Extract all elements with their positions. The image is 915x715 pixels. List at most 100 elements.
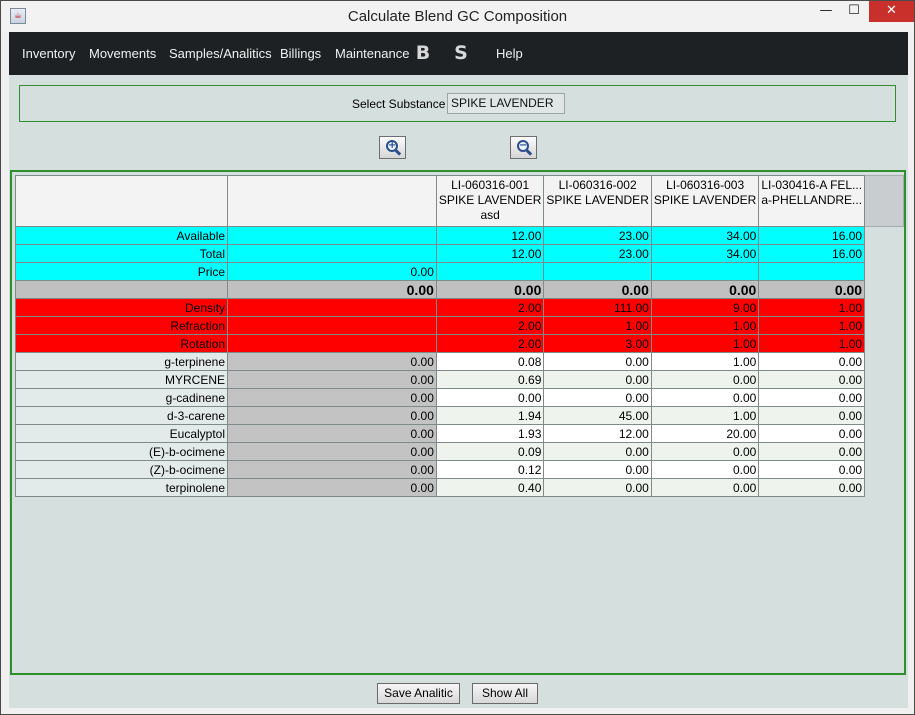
table-cell[interactable]: 12.00 [435,244,545,263]
table-cell[interactable]: 0.00 [543,478,652,497]
table-cell[interactable]: 0.00 [543,388,652,407]
table-cell[interactable]: 111.00 [543,298,652,317]
table-cell[interactable]: 1.00 [758,316,866,335]
table-cell[interactable] [227,316,437,335]
menu-maintenance[interactable]: Maintenance [335,46,409,61]
table-cell[interactable]: 20.00 [650,424,760,443]
table-cell[interactable]: 0.09 [435,442,545,461]
table-cell[interactable]: 0.00 [227,442,437,461]
table-cell[interactable] [543,262,652,281]
table-cell[interactable]: 0.00 [543,442,652,461]
table-cell[interactable]: 9.00 [650,298,760,317]
table-cell[interactable]: 0.00 [227,388,437,407]
table-cell[interactable]: 0.00 [650,388,760,407]
menu-movements[interactable]: Movements [89,46,156,61]
menu-help[interactable]: Help [496,46,523,61]
table-cell[interactable]: 0.12 [435,460,545,479]
table-cell[interactable]: 0.00 [227,478,437,497]
table-row: g-terpinene 0.00 0.08 0.00 1.00 0.00 [14,352,904,371]
table-cell[interactable] [227,334,437,353]
table-cell[interactable]: 1.00 [650,352,760,371]
table-cell[interactable]: 0.00 [227,460,437,479]
table-cell[interactable]: 1.00 [650,316,760,335]
table-cell[interactable]: 1.93 [435,424,545,443]
maximize-button[interactable]: ☐ [841,1,867,22]
table-cell[interactable]: 2.00 [435,298,545,317]
b-icon[interactable]: B [414,42,432,64]
table-cell[interactable]: 23.00 [543,226,652,245]
table-cell[interactable] [758,262,866,281]
table-cell[interactable]: 1.00 [758,334,866,353]
minimize-button[interactable]: — [813,1,839,22]
column-header[interactable]: LI-030416-A FEL... a-PHELLANDRE... [758,175,866,227]
table-cell[interactable]: 0.40 [435,478,545,497]
table-cell[interactable]: 34.00 [650,226,760,245]
show-all-button[interactable]: Show All [472,683,538,704]
table-cell[interactable] [227,226,437,245]
close-button[interactable]: ✕ [869,1,914,22]
substance-combo[interactable]: SPIKE LAVENDER [447,93,565,114]
save-analitic-button[interactable]: Save Analitic [377,683,460,704]
table-cell[interactable] [650,262,760,281]
table-cell[interactable]: 2.00 [435,316,545,335]
table-cell[interactable]: 0.08 [435,352,545,371]
table-cell[interactable]: 0.00 [758,388,866,407]
table-cell[interactable]: 34.00 [650,244,760,263]
table-cell[interactable]: 12.00 [543,424,652,443]
table-cell[interactable]: 0.00 [650,460,760,479]
menu-samples-analitics[interactable]: Samples/Analitics [169,46,272,61]
table-cell[interactable]: 0.00 [543,352,652,371]
table-cell[interactable]: 0.00 [758,370,866,389]
table-cell[interactable]: 0.00 [435,280,545,299]
table-cell[interactable]: 0.00 [227,262,437,281]
table-cell[interactable]: 2.00 [435,334,545,353]
column-header[interactable]: LI-060316-001 SPIKE LAVENDER asd [435,175,545,227]
table-cell[interactable]: 3.00 [543,334,652,353]
column-header[interactable]: LI-060316-002 SPIKE LAVENDER [543,175,652,227]
column-header[interactable] [14,175,229,227]
zoom-out-button[interactable]: − [510,136,537,159]
zoom-in-button[interactable]: + [379,136,406,159]
table-cell[interactable]: 0.00 [650,442,760,461]
table-cell[interactable]: 0.00 [227,424,437,443]
table-cell[interactable]: 0.00 [758,424,866,443]
table-cell[interactable]: 0.69 [435,370,545,389]
table-cell[interactable]: 0.00 [227,406,437,425]
table-cell[interactable]: 0.00 [758,442,866,461]
table-cell[interactable]: 0.00 [543,370,652,389]
table-cell[interactable]: 0.00 [543,280,652,299]
table-cell[interactable]: 12.00 [435,226,545,245]
table-cell[interactable]: 0.00 [227,352,437,371]
bottom-button-bar: Save Analitic Show All [9,679,908,708]
table-cell[interactable]: 0.00 [758,352,866,371]
table-cell[interactable]: 23.00 [543,244,652,263]
table-cell[interactable]: 16.00 [758,226,866,245]
menu-inventory[interactable]: Inventory [22,46,75,61]
table-cell[interactable]: 16.00 [758,244,866,263]
table-cell[interactable]: 0.00 [543,460,652,479]
table-cell[interactable]: 0.00 [650,478,760,497]
zoom-out-handle [525,149,533,156]
table-cell[interactable]: 1.00 [650,334,760,353]
column-header[interactable]: LI-060316-003 SPIKE LAVENDER [650,175,760,227]
s-icon[interactable]: S [452,42,470,64]
table-cell[interactable]: 1.00 [650,406,760,425]
table-cell[interactable]: 1.00 [758,298,866,317]
table-cell[interactable]: 0.00 [758,406,866,425]
table-cell[interactable]: 0.00 [758,280,866,299]
menu-billings[interactable]: Billings [280,46,321,61]
table-cell[interactable]: 0.00 [650,370,760,389]
table-cell[interactable]: 45.00 [543,406,652,425]
table-cell[interactable]: 1.94 [435,406,545,425]
table-cell[interactable]: 0.00 [227,280,437,299]
table-cell[interactable] [227,298,437,317]
table-cell[interactable]: 0.00 [758,460,866,479]
table-cell[interactable]: 0.00 [758,478,866,497]
table-cell[interactable] [435,262,545,281]
table-cell[interactable]: 0.00 [650,280,760,299]
table-cell[interactable]: 0.00 [435,388,545,407]
table-cell[interactable]: 1.00 [543,316,652,335]
table-cell[interactable]: 0.00 [227,370,437,389]
table-cell[interactable] [227,244,437,263]
column-header[interactable] [227,175,437,227]
